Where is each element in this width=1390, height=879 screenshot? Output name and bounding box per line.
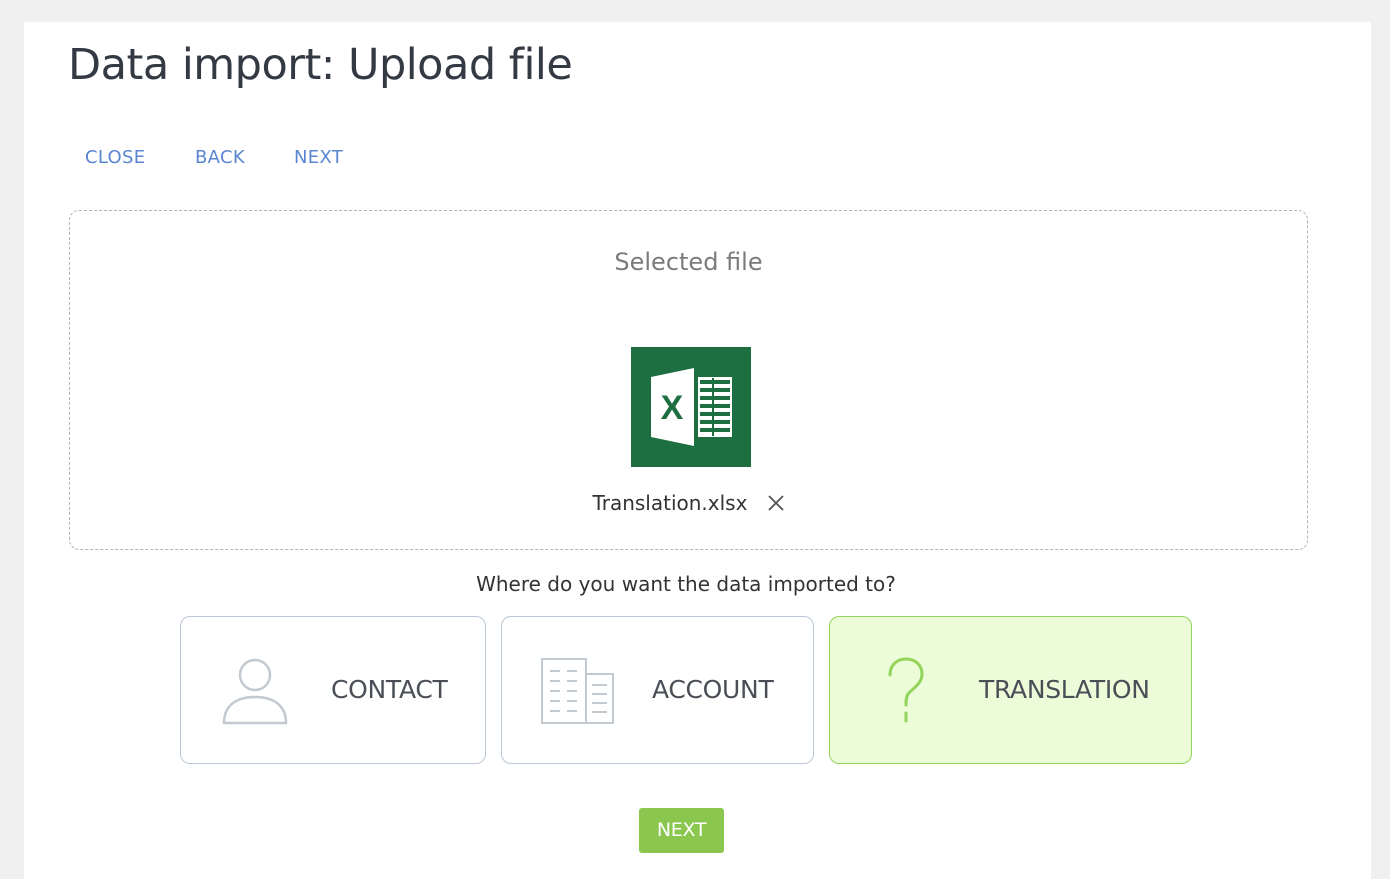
selected-file-row: Translation.xlsx [70,491,1307,515]
svg-text:X: X [661,389,684,427]
import-page: Data import: Upload file CLOSE BACK NEXT… [24,22,1371,879]
close-button[interactable]: CLOSE [85,146,145,170]
selected-file-label: Selected file [614,248,763,276]
destination-contact-card[interactable]: CONTACT [180,616,486,764]
excel-file-icon: X [631,347,751,467]
page-title: Data import: Upload file [68,40,573,90]
destination-translation-card[interactable]: TRANSLATION [829,616,1192,764]
close-icon[interactable] [767,494,785,512]
next-button[interactable]: NEXT [639,808,724,853]
building-icon [541,658,614,724]
question-mark-icon [888,657,924,723]
person-icon [222,658,288,725]
next-toolbar-button[interactable]: NEXT [294,146,343,170]
destination-account-card[interactable]: ACCOUNT [501,616,814,764]
file-drop-zone[interactable]: Selected file X Translation.xlsx [69,210,1308,550]
destination-question: Where do you want the data imported to? [476,572,896,596]
destination-contact-label: CONTACT [331,675,448,704]
file-name: Translation.xlsx [592,491,748,515]
destination-account-label: ACCOUNT [652,675,774,704]
back-button[interactable]: BACK [195,146,245,170]
destination-translation-label: TRANSLATION [979,675,1150,704]
